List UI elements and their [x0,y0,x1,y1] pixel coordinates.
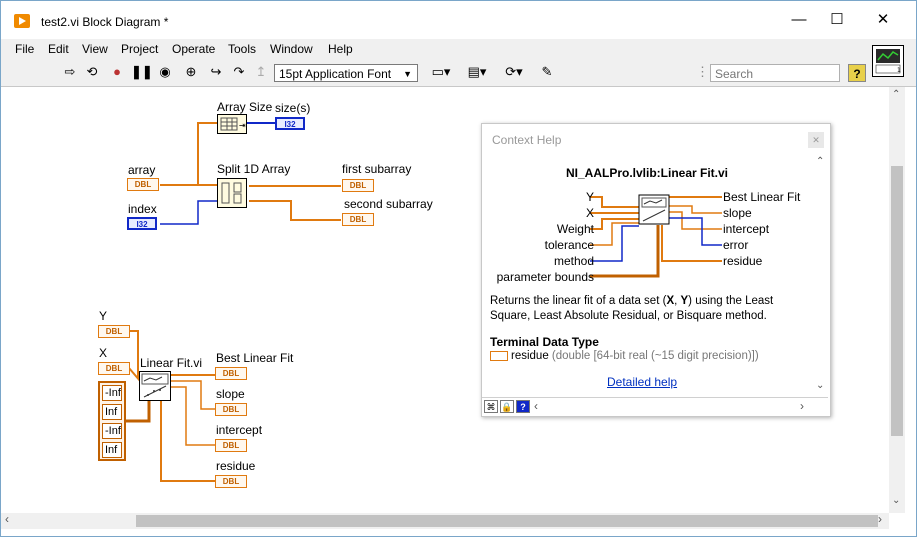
sizes-label: size(s) [275,101,311,115]
linear-fit-glyph [141,373,169,398]
help-connector-diagram [590,194,722,278]
first-subarray-indicator[interactable]: DBL [342,179,374,192]
vertical-scroll-thumb[interactable] [891,166,903,436]
wire-index [160,200,218,225]
x-control[interactable]: DBL [98,362,130,375]
index-control[interactable]: I32 [127,217,157,230]
array-size-glyph: ⇥ [220,117,246,131]
split-1d-array-label: Split 1D Array [217,162,291,176]
dbl-type-icon [490,350,508,361]
scroll-right-icon[interactable]: › [800,399,804,413]
intercept-label: intercept [216,423,263,437]
help-input-weight: Weight [556,222,594,236]
second-subarray-label: second subarray [344,197,433,211]
help-input-method: method [553,254,594,268]
help-output-intercept: intercept [723,222,770,236]
diagram-scroll-down-icon[interactable]: ⌄ [892,495,900,506]
y-control[interactable]: DBL [98,325,130,338]
help-description: Returns the linear fit of a data set (X,… [490,294,800,324]
linear-fit-label: Linear Fit.vi [140,356,203,370]
context-help-window[interactable]: Context Help ✕ NI_AALPro.lvlib:Linear Fi… [481,123,831,417]
show-optional-terminals-icon[interactable]: ⌘ [484,400,498,413]
bound-constant-3[interactable]: -Inf [102,423,122,439]
linear-fit-node[interactable] [139,371,171,401]
wire-array-to-size [197,122,218,185]
svg-text:⇥: ⇥ [239,121,246,130]
help-terminal-name: residue [511,350,549,362]
residue-indicator[interactable]: DBL [215,475,247,488]
array-control[interactable]: DBL [127,178,159,191]
residue-label: residue [216,459,256,473]
split-1d-array-node[interactable] [217,178,247,208]
second-subarray-indicator[interactable]: DBL [342,213,374,226]
help-terminal-heading: Terminal Data Type [490,335,599,349]
help-terminal-type: (double [64-bit real (~15 digit precisio… [548,350,759,362]
array-size-label: Array Size [217,100,273,114]
help-output-slope: slope [723,206,752,220]
bound-constant-4[interactable]: Inf [102,442,122,458]
intercept-indicator[interactable]: DBL [215,439,247,452]
scroll-down-icon[interactable]: ⌄ [816,380,824,391]
lock-icon[interactable]: 🔒 [500,400,514,413]
scroll-up-icon[interactable]: ⌃ [816,156,824,167]
wire-residue [160,399,215,482]
labview-window: test2.vi Block Diagram * — ☐ ✕ File Edit… [0,0,917,537]
array-label: array [128,163,156,177]
diagram-scroll-left-icon[interactable]: ‹ [5,512,9,526]
slope-label: slope [216,387,245,401]
wire-parameter-bounds [126,399,151,423]
horizontal-scroll-thumb[interactable] [136,515,878,527]
help-output-best-linear-fit: Best Linear Fit [723,190,801,204]
wire-second-subarray [249,200,341,221]
help-terminal-info: residue (double [64-bit real (~15 digit … [490,350,759,362]
array-size-node[interactable]: ⇥ [217,114,247,134]
x-label: X [99,346,108,360]
help-bottom-bar: ⌘ 🔒 ? ‹ › [482,397,828,415]
help-input-parameter-bounds: parameter bounds [496,270,594,284]
scroll-left-icon[interactable]: ‹ [534,399,538,413]
help-output-residue: residue [723,254,763,268]
best-linear-fit-label: Best Linear Fit [216,351,294,365]
slope-indicator[interactable]: DBL [215,403,247,416]
wire-slope [171,380,215,410]
bound-constant-1[interactable]: -Inf [102,385,122,401]
help-input-tolerance: tolerance [544,238,594,252]
best-linear-fit-indicator[interactable]: DBL [215,367,247,380]
diagram-scroll-right-icon[interactable]: › [878,512,882,526]
detailed-help-link[interactable]: Detailed help [607,375,677,389]
help-desc-part: Returns the linear fit of a data set ( [490,295,667,307]
index-label: index [128,202,157,216]
help-vertical-scrollbar[interactable]: ⌃ ⌄ [814,154,828,398]
wire-intercept [171,386,215,446]
bound-constant-2[interactable]: Inf [102,404,122,420]
help-output-error: error [723,238,749,252]
help-input-y: Y [585,190,594,204]
y-label: Y [99,309,108,323]
detailed-help-icon[interactable]: ? [516,400,530,413]
help-input-x: X [585,206,594,220]
help-desc-x: X [666,295,675,307]
diagram-scroll-up-icon[interactable]: ⌃ [892,89,900,100]
first-subarray-label: first subarray [342,162,412,176]
sizes-indicator[interactable]: I32 [275,117,305,130]
split-array-glyph [221,182,242,204]
